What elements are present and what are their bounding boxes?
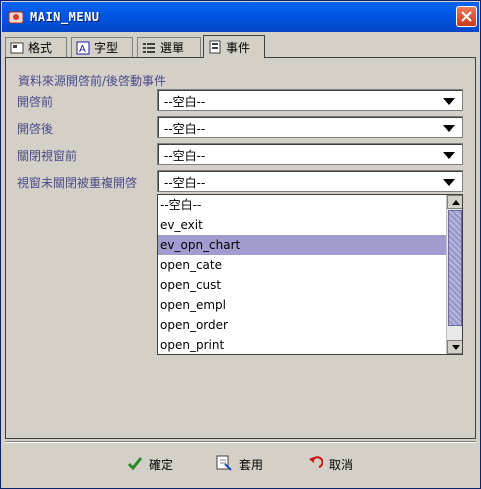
vertical-scrollbar[interactable] <box>446 195 462 354</box>
reopen-select[interactable]: --空白-- <box>157 170 463 192</box>
checkmark-icon <box>127 455 143 474</box>
tab-label: 格式 <box>28 41 53 55</box>
dropdown-option[interactable]: open_print <box>158 335 446 354</box>
after-open-select[interactable]: --空白-- <box>157 116 463 138</box>
tab-label: 字型 <box>94 41 119 55</box>
tab-label: 選單 <box>160 41 185 55</box>
select-value: --空白-- <box>164 176 206 190</box>
before-close-label: 關閉視窗前 <box>17 149 78 163</box>
events-panel: 資料來源開啓前/後啓動事件 開啓前 --空白-- 開啓後 --空白-- 關閉視窗… <box>5 57 476 439</box>
ok-label: 確定 <box>149 457 174 472</box>
tab-font[interactable]: A 字型 <box>71 37 133 57</box>
font-icon: A <box>76 41 90 55</box>
dropdown-list[interactable]: --空白-- ev_exit ev_opn_chart open_cate op… <box>157 194 463 355</box>
apply-button[interactable]: 套用 <box>215 451 263 477</box>
dropdown-option[interactable]: open_cate <box>158 255 446 275</box>
dropdown-option[interactable]: ev_exit <box>158 215 446 235</box>
format-icon <box>10 41 24 55</box>
before-open-label: 開啓前 <box>17 95 54 109</box>
app-icon <box>8 9 24 25</box>
ok-button[interactable]: 確定 <box>127 451 173 477</box>
select-value: --空白-- <box>164 95 206 109</box>
chevron-down-icon[interactable] <box>443 98 455 105</box>
before-close-select[interactable]: --空白-- <box>157 143 463 165</box>
cancel-label: 取消 <box>329 457 354 472</box>
chevron-down-icon[interactable] <box>443 179 455 186</box>
dropdown-option-selected[interactable]: ev_opn_chart <box>158 235 446 255</box>
dropdown-option[interactable]: open_cust <box>158 275 446 295</box>
tab-menu[interactable]: 選單 <box>137 37 201 57</box>
dropdown-option[interactable]: --空白-- <box>158 195 446 215</box>
undo-icon <box>307 455 324 474</box>
arrow-down-icon <box>452 345 460 350</box>
apply-label: 套用 <box>239 457 264 472</box>
tab-events[interactable]: 事件 <box>203 35 265 58</box>
scroll-thumb[interactable] <box>448 210 462 326</box>
button-row: 確定 套用 取消 <box>1 451 481 477</box>
dropdown-option[interactable]: open_empl <box>158 295 446 315</box>
title-bar[interactable]: MAIN_MENU <box>2 2 479 32</box>
scroll-down-button[interactable] <box>447 340 462 354</box>
window-title: MAIN_MENU <box>30 10 100 24</box>
after-open-label: 開啓後 <box>17 122 54 136</box>
apply-icon <box>215 454 233 475</box>
select-value: --空白-- <box>164 149 206 163</box>
scroll-up-button[interactable] <box>447 195 462 209</box>
events-icon <box>208 40 222 54</box>
chevron-down-icon[interactable] <box>443 152 455 159</box>
reopen-label: 視窗未關閉被重複開啓 <box>17 176 138 190</box>
before-open-select[interactable]: --空白-- <box>157 89 463 111</box>
svg-text:A: A <box>79 44 86 55</box>
tab-label: 事件 <box>226 40 251 55</box>
dropdown-option[interactable]: open_order <box>158 315 446 335</box>
chevron-down-icon[interactable] <box>443 125 455 132</box>
close-button[interactable] <box>456 6 477 27</box>
menu-icon <box>142 41 156 55</box>
section-label: 資料來源開啓前/後啓動事件 <box>18 74 167 88</box>
select-value: --空白-- <box>164 122 206 136</box>
dialog-window: MAIN_MENU 格式 A 字型 選單 事件 資料來源開啓前/後啓動事件 開啓… <box>0 0 481 489</box>
divider <box>5 441 476 443</box>
tab-format[interactable]: 格式 <box>5 37 67 57</box>
arrow-up-icon <box>452 200 460 205</box>
close-icon <box>461 11 472 22</box>
cancel-button[interactable]: 取消 <box>307 451 353 477</box>
